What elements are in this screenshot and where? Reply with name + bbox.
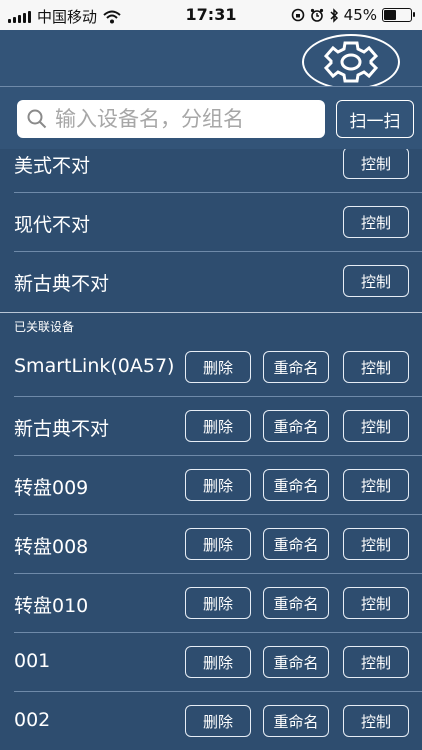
device-name: 新古典不对 [14,273,110,295]
list-item: 美式不对 控制 [0,149,422,193]
device-name: 002 [14,709,51,731]
device-name: 001 [14,650,51,672]
list-item: 转盘008 删除 重命名 控制 [0,515,422,574]
top-bar [0,30,422,90]
device-name: SmartLink(0A57) [14,355,175,377]
delete-button[interactable]: 删除 [185,351,251,383]
device-name: 转盘010 [14,595,89,617]
list-item: 现代不对 控制 [0,193,422,252]
bluetooth-icon [330,7,338,23]
rename-button[interactable]: 重命名 [263,646,329,678]
status-bar: 中国移动 17:31 45% [0,0,422,30]
control-button[interactable]: 控制 [343,351,409,383]
control-button[interactable]: 控制 [343,206,409,238]
list-item: 转盘009 删除 重命名 控制 [0,456,422,515]
search-box [17,100,325,138]
delete-button[interactable]: 删除 [185,705,251,737]
delete-button[interactable]: 删除 [185,410,251,442]
list-item: 001 删除 重命名 控制 [0,633,422,692]
device-list[interactable]: 美式不对 控制 现代不对 控制 新古典不对 控制 已关联设备 SmartLink… [0,149,422,750]
delete-button[interactable]: 删除 [185,528,251,560]
battery-fill [384,10,396,20]
control-button[interactable]: 控制 [343,528,409,560]
control-button[interactable]: 控制 [343,705,409,737]
alarm-icon [310,8,323,22]
delete-button[interactable]: 删除 [185,587,251,619]
rename-button[interactable]: 重命名 [263,410,329,442]
search-icon [27,109,47,129]
device-name: 转盘008 [14,536,89,558]
battery-icon [382,8,415,22]
section-title: 已关联设备 [14,320,75,334]
rename-button[interactable]: 重命名 [263,351,329,383]
section-header-linked: 已关联设备 [0,312,422,338]
rename-button[interactable]: 重命名 [263,469,329,501]
gear-icon [323,41,379,83]
control-button[interactable]: 控制 [343,587,409,619]
settings-button[interactable] [302,34,400,90]
device-name: 美式不对 [14,155,91,177]
list-item: 转盘010 删除 重命名 控制 [0,574,422,633]
control-button[interactable]: 控制 [343,469,409,501]
device-name: 转盘009 [14,477,89,499]
control-button[interactable]: 控制 [343,646,409,678]
list-item: 新古典不对 控制 [0,252,422,311]
control-button[interactable]: 控制 [343,410,409,442]
list-item: SmartLink(0A57) 删除 重命名 控制 [0,338,422,397]
rename-button[interactable]: 重命名 [263,528,329,560]
scan-button[interactable]: 扫一扫 [336,100,414,138]
control-button[interactable]: 控制 [343,265,409,297]
battery-percent: 45% [343,6,377,24]
list-item: 002 删除 重命名 控制 [0,692,422,750]
status-right: 45% [291,6,415,24]
rename-button[interactable]: 重命名 [263,705,329,737]
rename-button[interactable]: 重命名 [263,587,329,619]
search-bar: 扫一扫 [0,87,422,149]
device-name: 新古典不对 [14,418,110,440]
rotation-lock-icon [291,8,304,22]
delete-button[interactable]: 删除 [185,469,251,501]
list-item: 新古典不对 删除 重命名 控制 [0,397,422,456]
search-input[interactable] [55,102,325,136]
control-button[interactable]: 控制 [343,149,409,179]
device-name: 现代不对 [14,214,91,236]
delete-button[interactable]: 删除 [185,646,251,678]
